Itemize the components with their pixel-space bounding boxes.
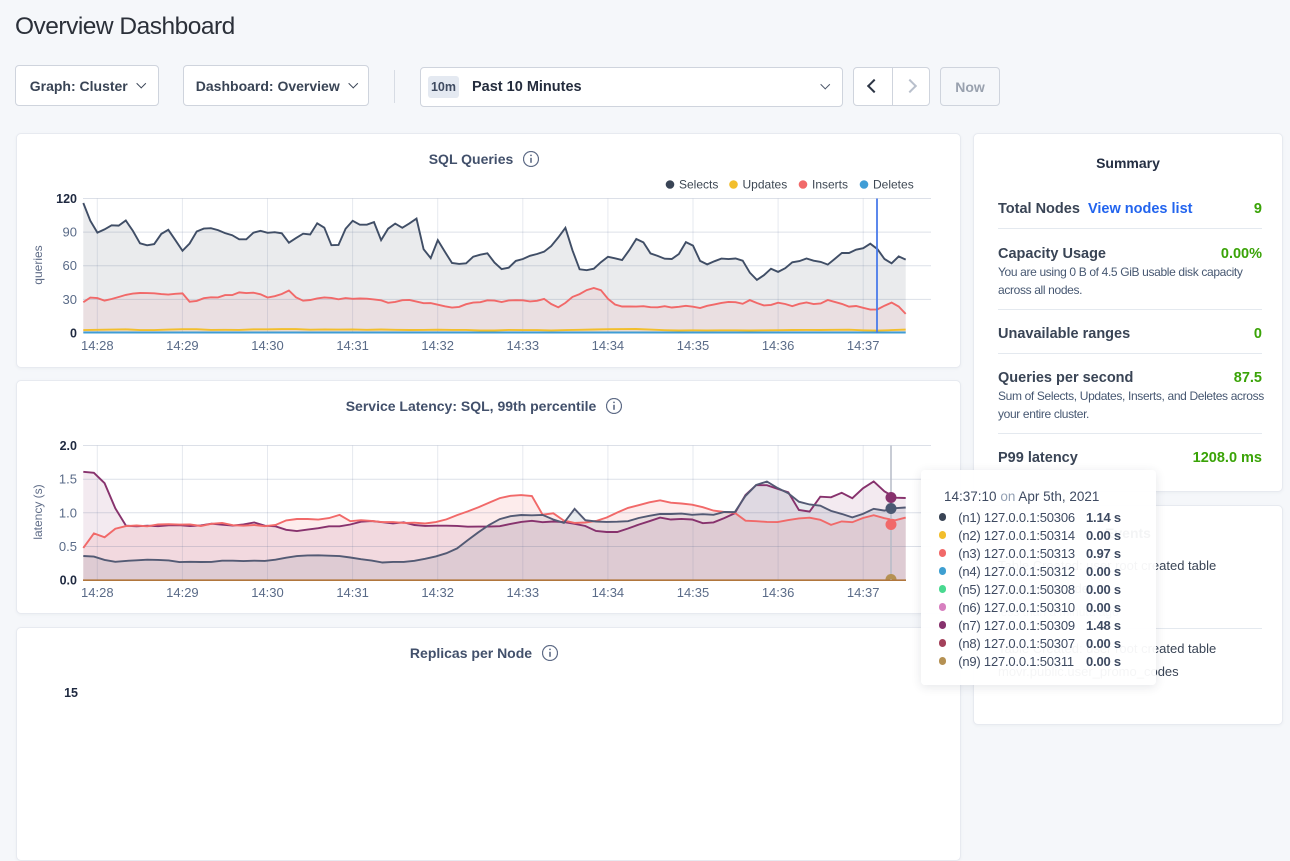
svg-text:120: 120 [56, 192, 77, 206]
svg-text:14:32: 14:32 [421, 585, 454, 600]
svg-text:0.5: 0.5 [59, 539, 77, 554]
svg-text:14:29: 14:29 [166, 338, 199, 353]
svg-text:14:30: 14:30 [251, 338, 284, 353]
svg-text:14:36: 14:36 [762, 338, 795, 353]
svg-text:14:37: 14:37 [847, 338, 880, 353]
svg-text:Inserts: Inserts [812, 178, 848, 192]
svg-text:14:36: 14:36 [762, 585, 795, 600]
svg-text:2.0: 2.0 [60, 439, 77, 453]
svg-text:Updates: Updates [743, 178, 788, 192]
svg-text:14:33: 14:33 [507, 338, 540, 353]
svg-text:Deletes: Deletes [873, 178, 914, 192]
svg-text:30: 30 [63, 292, 77, 307]
svg-text:latency (s): latency (s) [31, 484, 45, 539]
svg-text:14:33: 14:33 [507, 585, 540, 600]
svg-text:1.0: 1.0 [59, 505, 77, 520]
svg-text:0: 0 [70, 327, 77, 341]
svg-text:14:29: 14:29 [166, 585, 199, 600]
svg-text:queries: queries [31, 245, 45, 284]
svg-text:14:31: 14:31 [336, 338, 369, 353]
svg-text:14:34: 14:34 [592, 338, 625, 353]
svg-text:14:35: 14:35 [677, 585, 710, 600]
svg-text:Selects: Selects [679, 178, 718, 192]
svg-text:14:31: 14:31 [336, 585, 369, 600]
svg-text:14:28: 14:28 [81, 585, 114, 600]
svg-text:14:28: 14:28 [81, 338, 114, 353]
svg-text:14:34: 14:34 [592, 585, 625, 600]
svg-text:14:37: 14:37 [847, 585, 880, 600]
svg-text:14:32: 14:32 [421, 338, 454, 353]
svg-text:1.5: 1.5 [59, 472, 77, 487]
svg-text:0.0: 0.0 [60, 574, 77, 588]
svg-text:60: 60 [63, 258, 77, 273]
svg-text:15: 15 [64, 686, 78, 700]
svg-text:14:35: 14:35 [677, 338, 710, 353]
svg-text:90: 90 [63, 225, 77, 240]
svg-text:14:30: 14:30 [251, 585, 284, 600]
